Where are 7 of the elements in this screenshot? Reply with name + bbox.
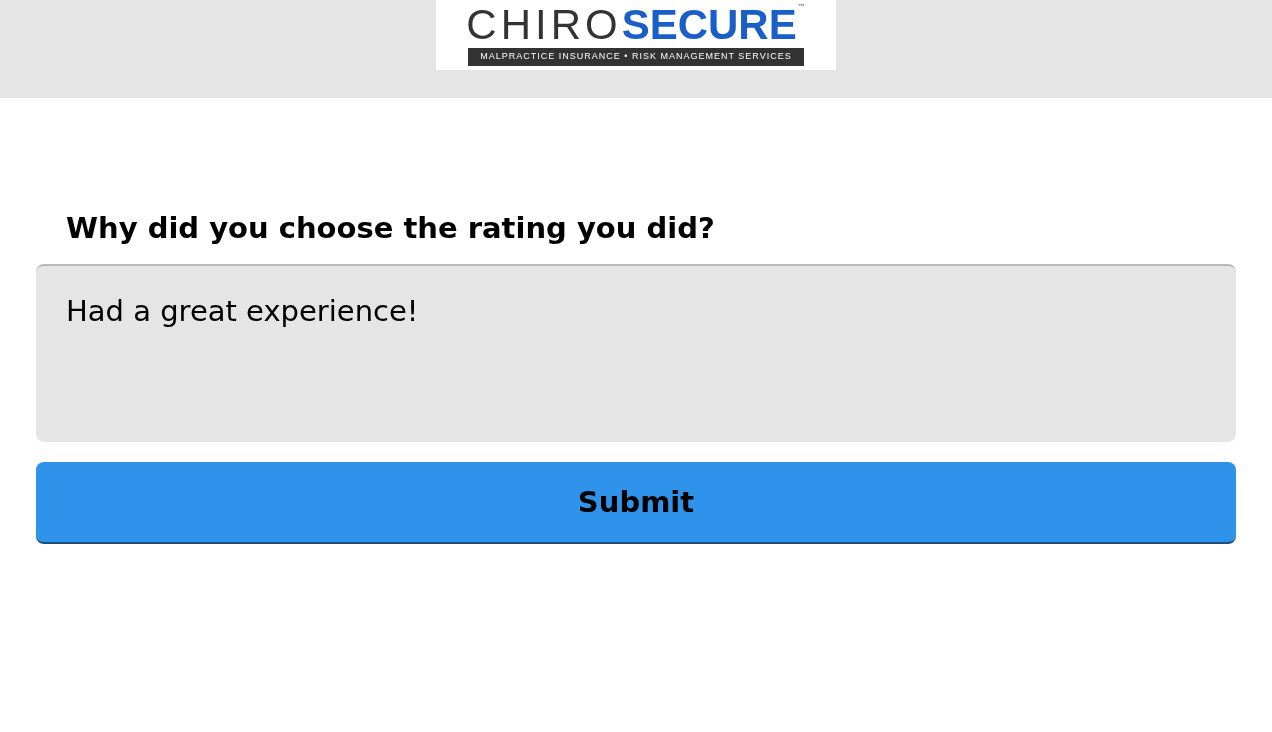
answer-field[interactable]: Had a great experience! [36,264,1236,443]
question-label: Why did you choose the rating you did? [65,210,716,247]
logo-word: SECURE [621,4,797,47]
submit-button[interactable]: Submit [36,462,1236,545]
logo-word: CHIRO [466,4,622,47]
logo-tagline: MALPRACTICE INSURANCE • RISK MANAGEMENT SERVICES [468,48,804,66]
trademark-sign: ™ [797,4,806,13]
